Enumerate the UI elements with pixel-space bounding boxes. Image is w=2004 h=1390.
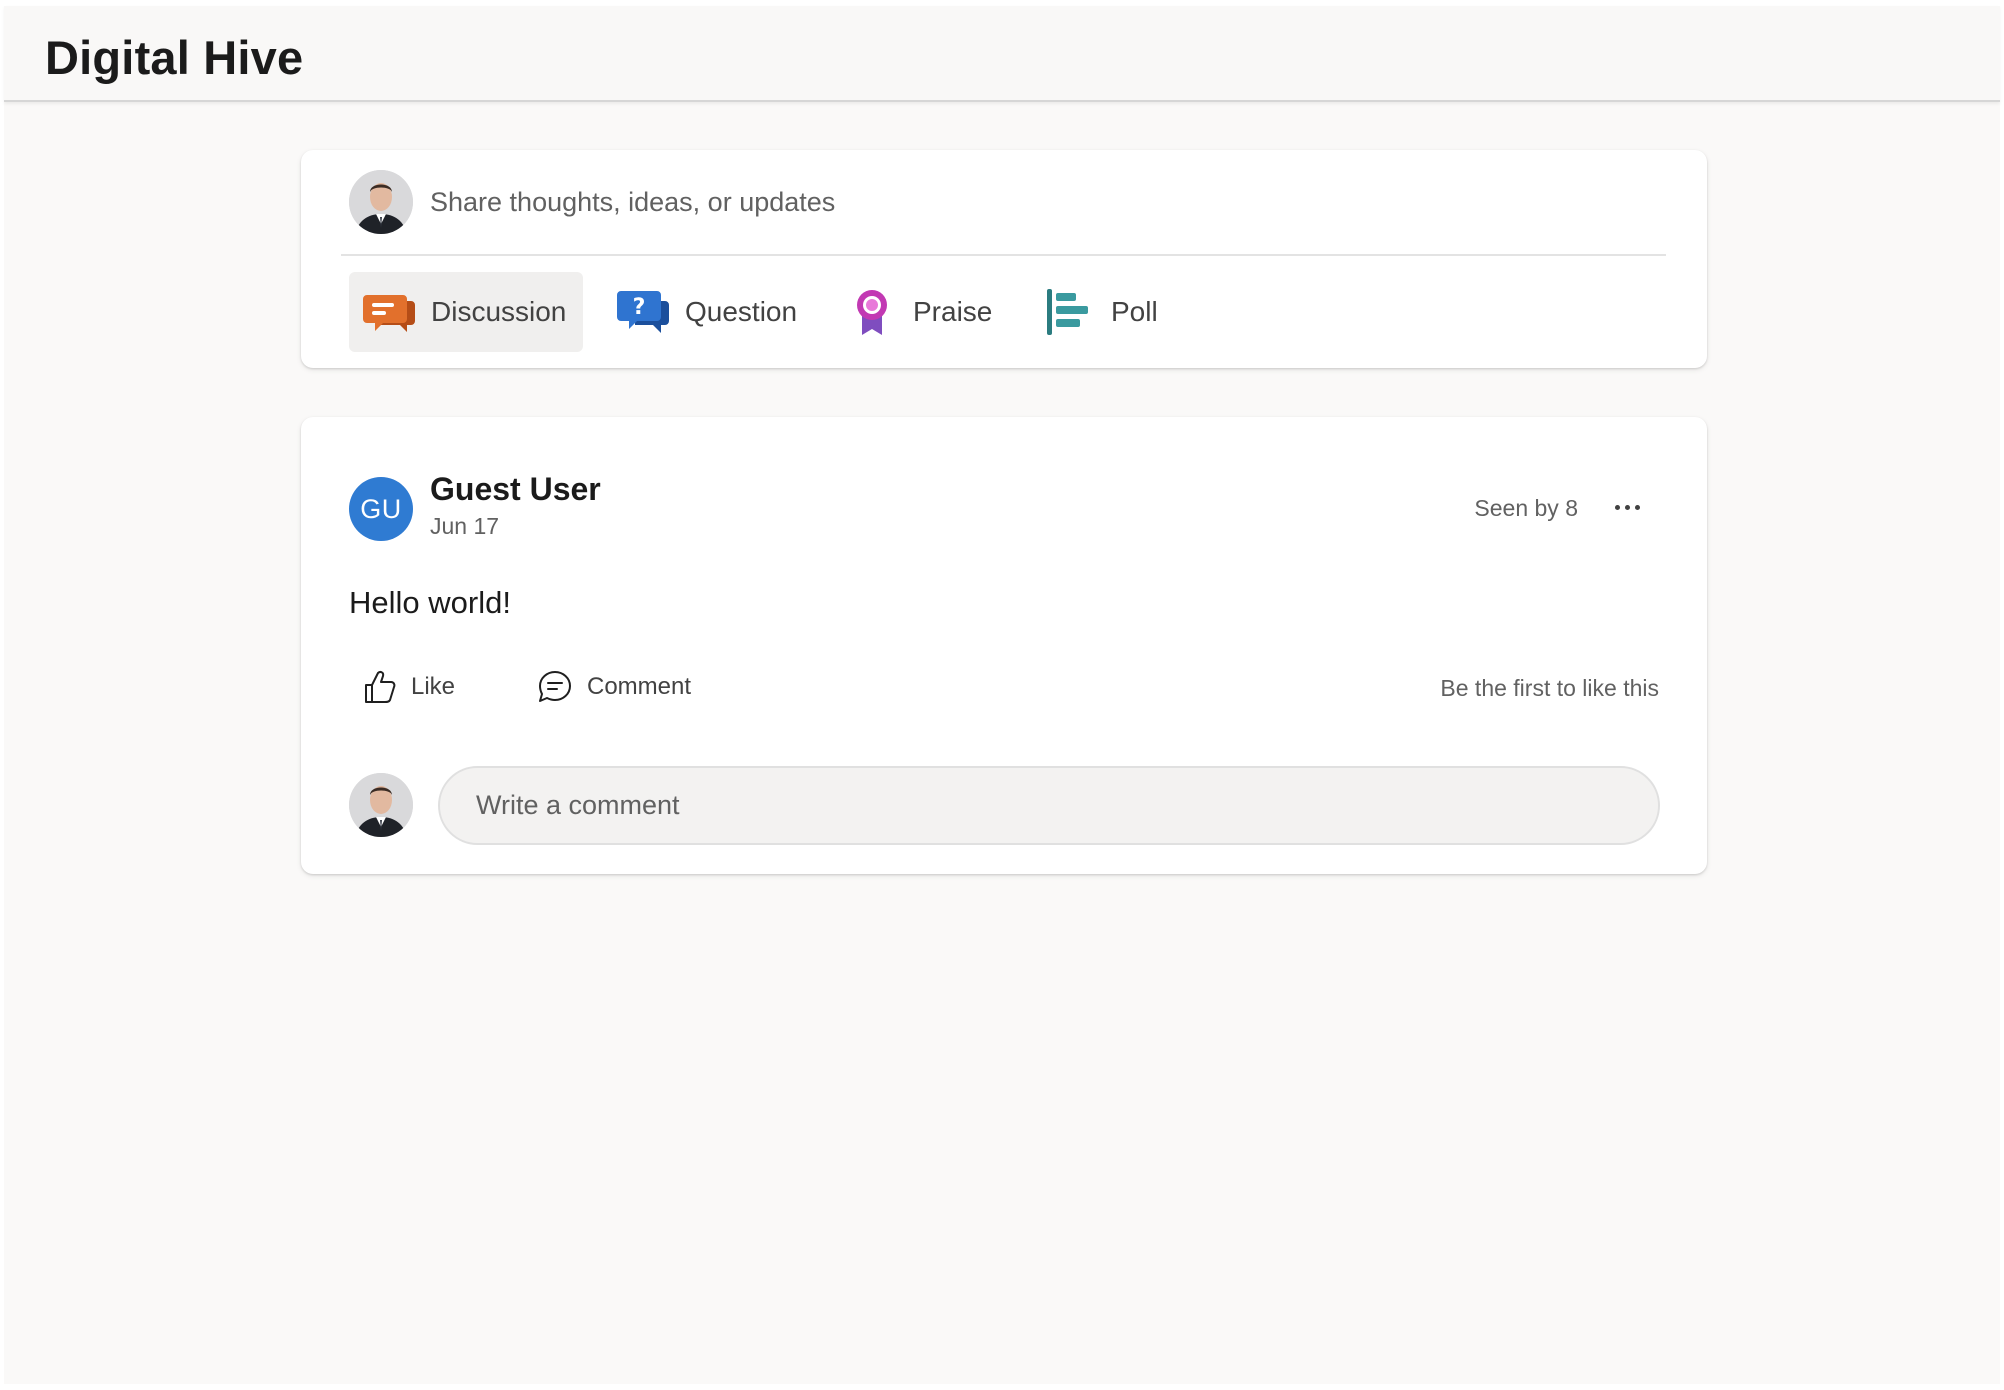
seen-by-count[interactable]: Seen by 8	[1474, 495, 1578, 522]
author-name[interactable]: Guest User	[430, 471, 601, 508]
app-window: Digital Hive Discussion	[4, 6, 2000, 1384]
current-user-avatar	[349, 170, 413, 234]
question-button[interactable]: ? Question	[609, 272, 809, 352]
post-date[interactable]: Jun 17	[430, 513, 499, 540]
question-label: Question	[685, 296, 798, 327]
comment-icon	[539, 671, 571, 702]
poll-label: Poll	[1111, 296, 1158, 327]
poll-icon	[1047, 289, 1088, 335]
author-avatar[interactable]: GU	[349, 477, 413, 541]
post-card: GU Guest User Jun 17 Seen by 8 Hello wor…	[301, 417, 1707, 874]
discussion-icon	[363, 295, 415, 332]
post-body: Hello world!	[349, 585, 511, 620]
praise-label: Praise	[913, 296, 993, 327]
more-options-icon	[1614, 504, 1620, 510]
more-dot	[1634, 504, 1640, 510]
like-label: Like	[411, 673, 456, 700]
comment-label: Comment	[587, 673, 692, 700]
comment-button[interactable]: Comment	[537, 663, 691, 711]
more-dot	[1624, 504, 1630, 510]
discussion-label: Discussion	[431, 296, 567, 327]
like-button[interactable]: Like	[363, 663, 455, 711]
post-composer: Discussion ? Question Praise	[301, 150, 1707, 368]
praise-icon	[857, 290, 887, 335]
comment-user-avatar	[349, 773, 413, 837]
composer-input[interactable]	[430, 176, 1650, 228]
discussion-button[interactable]: Discussion	[349, 272, 583, 352]
more-options-button[interactable]	[1607, 489, 1647, 525]
likes-summary: Be the first to like this	[1440, 675, 1659, 701]
comment-input[interactable]	[438, 766, 1660, 845]
thumbs-up-icon	[365, 671, 396, 703]
poll-button[interactable]: Poll	[1043, 272, 1183, 352]
question-icon: ?	[617, 291, 669, 333]
top-bar: Digital Hive	[4, 6, 2000, 102]
svg-text:?: ?	[633, 295, 646, 320]
praise-button[interactable]: Praise	[845, 272, 1005, 352]
composer-divider	[341, 254, 1666, 256]
app-title: Digital Hive	[45, 31, 304, 84]
